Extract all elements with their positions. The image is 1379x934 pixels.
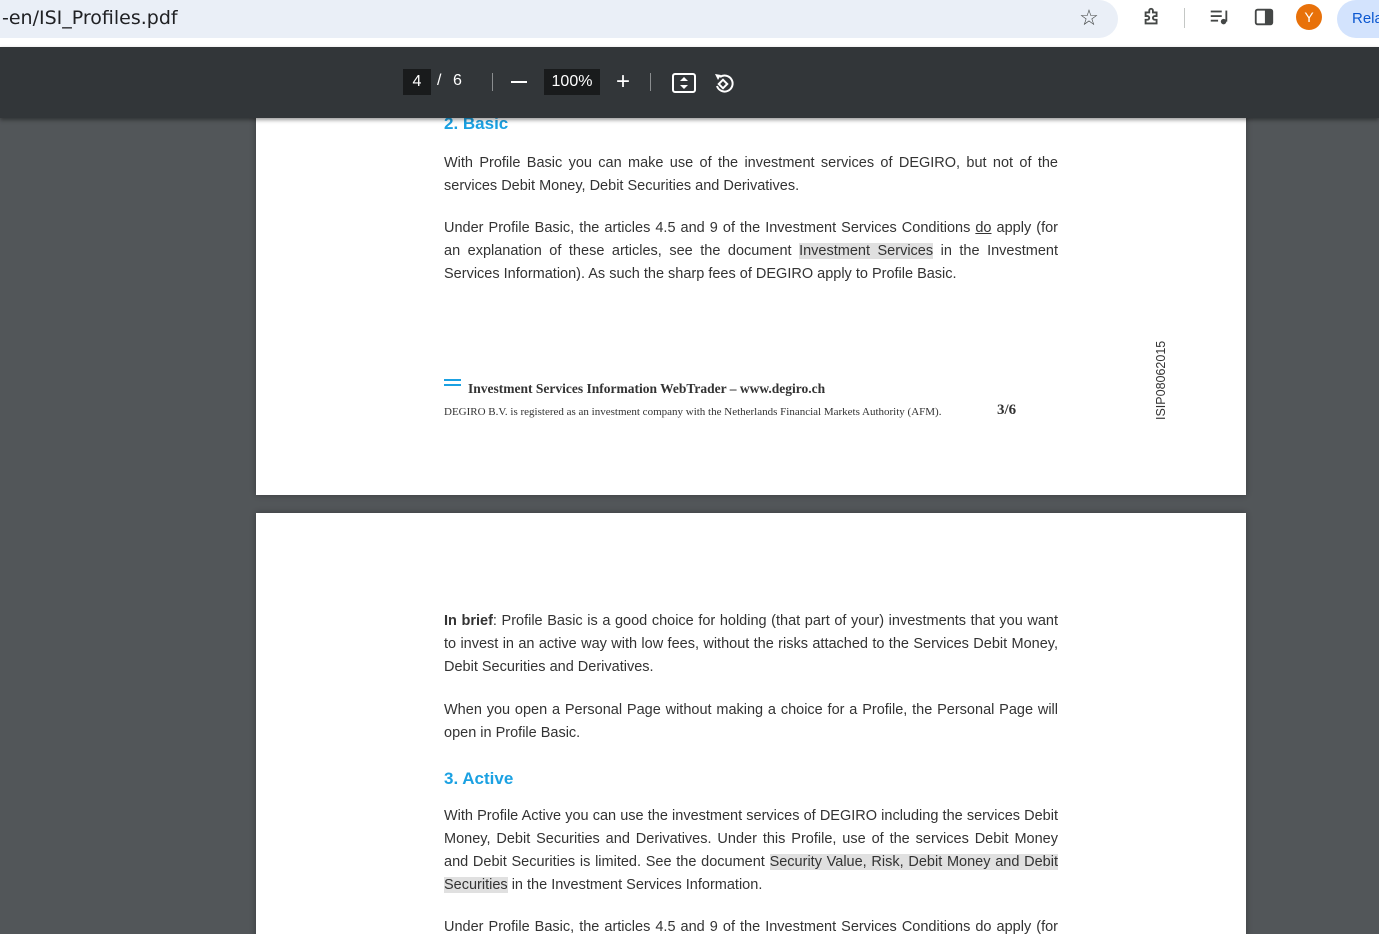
fit-to-page-icon[interactable] [671,71,697,95]
page-separator: / [437,72,442,89]
minus-icon [511,81,527,83]
paragraph-in-brief: In brief: Profile Basic is a good choice… [444,610,1058,679]
footer-page-number: 3/6 [997,402,1017,418]
paragraph-basic-articles: Under Profile Basic, the articles 4.5 an… [444,217,1058,286]
toolbar-divider [650,73,651,91]
toolbar-separator [1184,8,1185,28]
bookmark-star-icon[interactable]: ☆ [1075,4,1103,32]
zoom-level-input[interactable]: 100% [544,69,600,95]
relaunch-button[interactable]: Rela [1337,0,1379,38]
document-code: ISIP08062015 [1154,340,1168,420]
zoom-out-button[interactable] [507,69,531,95]
footer-legal-text: DEGIRO B.V. is registered as an investme… [444,406,942,418]
paragraph-active-intro: With Profile Active you can use the inve… [444,805,1058,897]
browser-top-bar: -en/ISI_Profiles.pdf ☆ Y Rela [0,0,1379,47]
side-panel-icon[interactable] [1250,3,1278,31]
section-heading-active: 3. Active [444,769,514,788]
text-span: Under Profile Basic, the articles 4.5 an… [444,220,976,236]
paragraph-active-articles: Under Profile Basic, the articles 4.5 an… [444,919,1058,934]
text-span: : Profile Basic is a good choice for hol… [444,613,1058,675]
paragraph-basic-intro: With Profile Basic you can make use of t… [444,155,1058,194]
media-control-icon[interactable] [1205,3,1233,31]
underlined-text: do [975,220,992,236]
url-text[interactable]: -en/ISI_Profiles.pdf [2,7,178,29]
footer-logo-mark [444,379,461,386]
address-bar[interactable]: -en/ISI_Profiles.pdf [0,0,1118,38]
in-brief-label: In brief [444,613,493,629]
zoom-in-button[interactable]: + [611,68,635,95]
extensions-icon[interactable] [1138,3,1166,31]
footer-title: Investment Services Information WebTrade… [468,381,826,396]
rotate-counterclockwise-icon[interactable] [711,70,737,96]
pdf-page-4: In brief: Profile Basic is a good choice… [256,513,1246,934]
total-pages: 6 [453,72,462,89]
profile-avatar[interactable]: Y [1296,4,1322,30]
paragraph-personal-page: When you open a Personal Page without ma… [444,702,1058,741]
text-span: in the Investment Services Information. [507,877,763,893]
pdf-toolbar: 4 / 6 100% + [0,47,1379,118]
pdf-page-3: 2. Basic With Profile Basic you can make… [256,108,1246,495]
page-number-input[interactable]: 4 [403,69,431,95]
toolbar-divider [492,73,493,91]
document-link[interactable]: Investment Services [799,243,934,259]
